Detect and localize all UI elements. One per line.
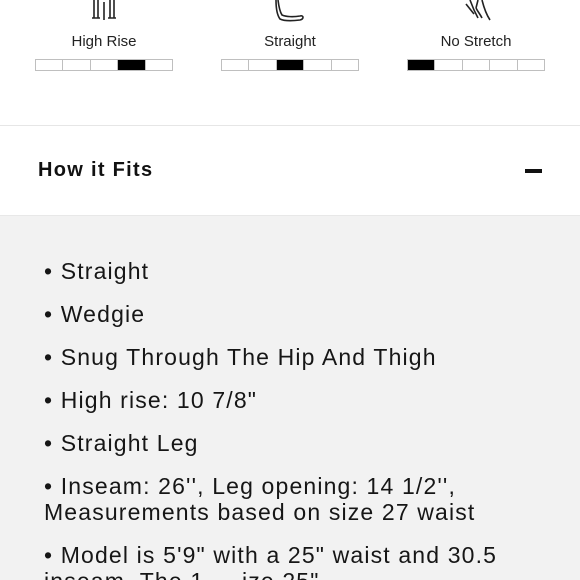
list-item: • Wedgie bbox=[44, 301, 146, 327]
scale-segment bbox=[36, 60, 64, 70]
scale-segment bbox=[462, 60, 491, 70]
list-item: • Model is 5'9" with a 25" waist and 30.… bbox=[44, 542, 498, 580]
fit-attribute-rise: High Rise bbox=[24, 0, 184, 90]
fit-attributes-row: High Rise Straight No Stretch bbox=[0, 0, 580, 125]
scale-segment bbox=[276, 60, 305, 70]
scale-segment bbox=[145, 60, 173, 70]
list-item: • Inseam: 26'', Leg opening: 14 1/2'', M… bbox=[44, 473, 476, 525]
rise-icon bbox=[92, 0, 116, 20]
fit-attribute-leg-shape: Straight bbox=[210, 0, 370, 90]
scale-segment bbox=[490, 60, 518, 70]
stretch-scale bbox=[407, 59, 545, 71]
how-it-fits-toggle[interactable]: How it Fits bbox=[0, 126, 580, 215]
fit-attribute-label: No Stretch bbox=[440, 33, 512, 50]
fit-details-list: • Straight • Wedgie • Snug Through The H… bbox=[44, 258, 550, 580]
list-item: • Snug Through The Hip And Thigh bbox=[44, 344, 437, 370]
scale-segment bbox=[222, 60, 250, 70]
fit-attribute-stretch: No Stretch bbox=[396, 0, 556, 90]
scale-segment bbox=[90, 60, 119, 70]
minus-icon[interactable] bbox=[525, 168, 542, 173]
fit-attribute-label: High Rise bbox=[71, 33, 137, 50]
list-item: • Straight bbox=[44, 258, 150, 284]
scale-segment bbox=[118, 60, 146, 70]
accordion-title: How it Fits bbox=[38, 159, 154, 181]
stretch-icon bbox=[465, 0, 491, 21]
scale-segment bbox=[408, 60, 436, 70]
list-item: • Straight Leg bbox=[44, 430, 199, 456]
how-it-fits-panel: • Straight • Wedgie • Snug Through The H… bbox=[0, 215, 580, 580]
scale-segment bbox=[517, 60, 545, 70]
leg-shape-icon bbox=[275, 0, 304, 22]
list-item: • High rise: 10 7/8" bbox=[44, 387, 258, 413]
leg-shape-scale bbox=[221, 59, 359, 71]
scale-segment bbox=[249, 60, 277, 70]
scale-segment bbox=[63, 60, 91, 70]
scale-segment bbox=[304, 60, 332, 70]
rise-scale bbox=[35, 59, 173, 71]
scale-segment bbox=[331, 60, 359, 70]
scale-segment bbox=[435, 60, 463, 70]
fit-attribute-label: Straight bbox=[264, 33, 316, 50]
